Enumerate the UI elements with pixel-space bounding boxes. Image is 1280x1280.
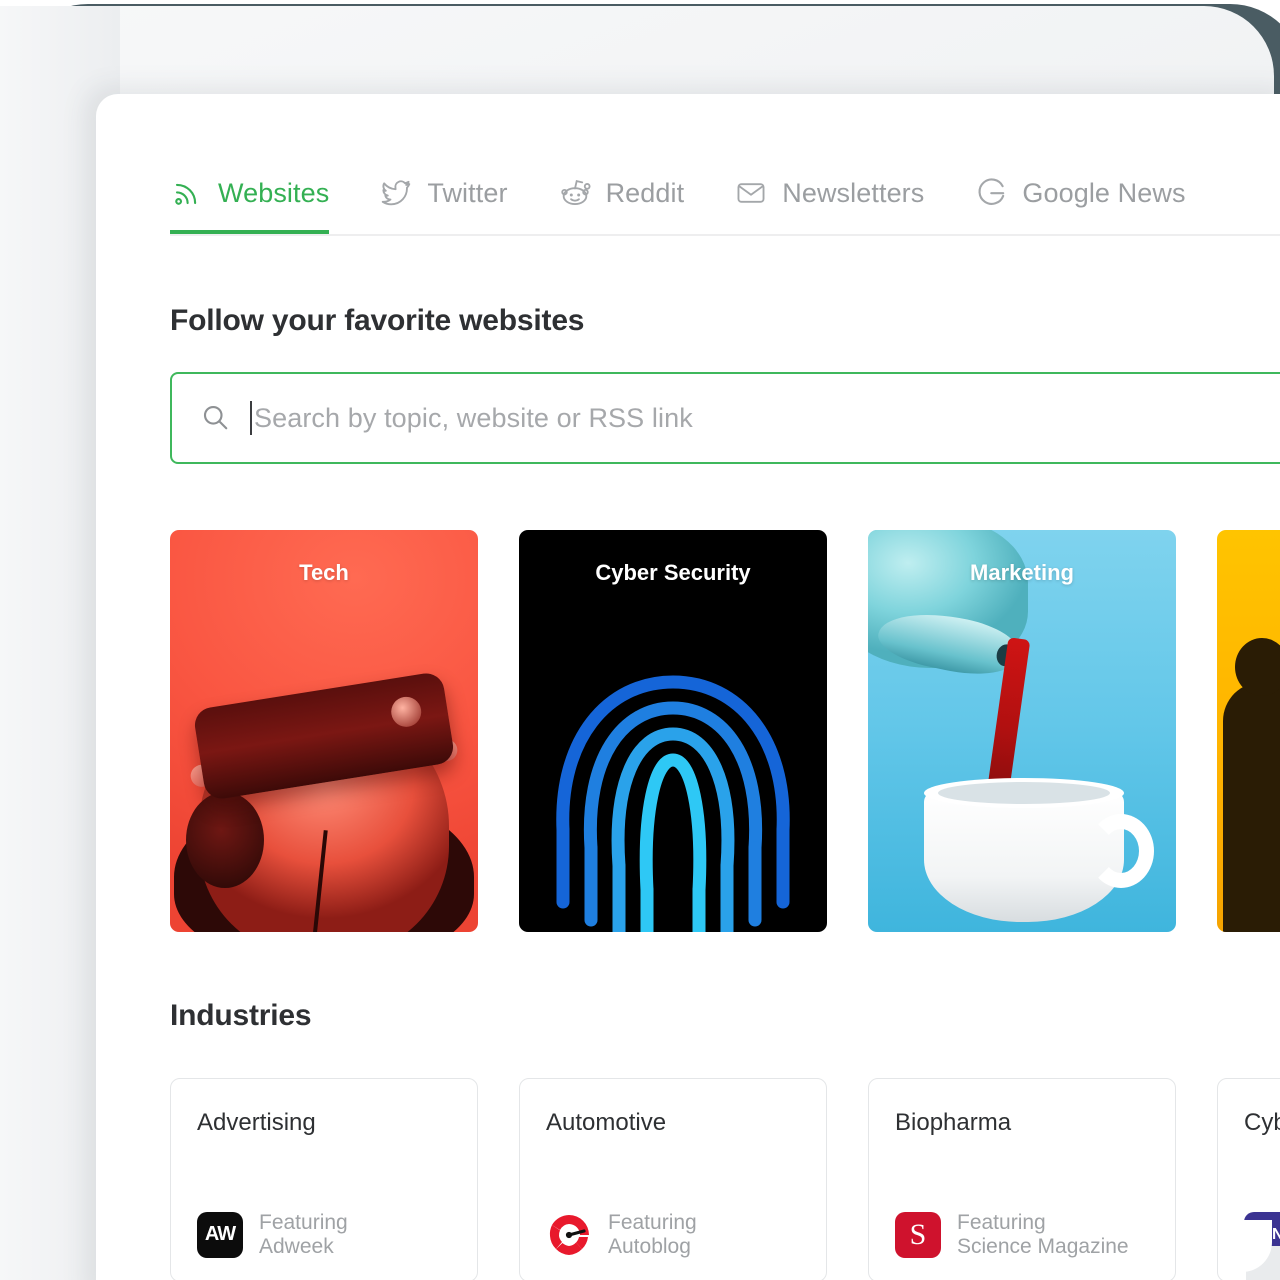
category-card-marketing[interactable]: Marketing [868, 530, 1176, 932]
google-news-icon [974, 176, 1008, 210]
people-silhouette-photo [1217, 530, 1280, 932]
teapot-pouring-photo [868, 530, 1176, 932]
industry-featuring: AW Featuring Adweek [197, 1211, 348, 1259]
industry-card-advertising[interactable]: Advertising AW Featuring Adweek [170, 1078, 478, 1280]
industry-featuring-text: Featuring Autoblog [608, 1211, 697, 1259]
category-title: Marketing [970, 560, 1074, 585]
panel-corner-arc [1220, 1220, 1280, 1280]
category-card-partial[interactable] [1217, 530, 1280, 932]
search-input[interactable]: Search by topic, website or RSS link [170, 372, 1280, 464]
tab-newsletters-label: Newsletters [782, 177, 925, 208]
industry-featuring-text: Featuring Science Magazine [957, 1211, 1129, 1259]
industry-card-automotive[interactable]: Automotive Featuring Autoblog [519, 1078, 827, 1280]
tab-reddit[interactable]: Reddit [558, 170, 685, 234]
follow-heading: Follow your favorite websites [170, 304, 585, 337]
featuring-name: Autoblog [608, 1234, 691, 1258]
industry-featuring: S Featuring Science Magazine [895, 1211, 1129, 1259]
industry-name: Automotive [546, 1109, 667, 1136]
tab-google-news-label: Google News [1022, 177, 1186, 208]
tab-google-news[interactable]: Google News [974, 170, 1185, 234]
category-card-row: Tech Cyber Security Marketing [170, 530, 1280, 936]
featuring-label: Featuring [957, 1210, 1046, 1234]
tab-twitter[interactable]: Twitter [379, 170, 507, 234]
category-card-tech[interactable]: Tech [170, 530, 478, 932]
tabs-divider [170, 234, 1280, 236]
featuring-label: Featuring [608, 1210, 697, 1234]
tab-reddit-label: Reddit [605, 177, 685, 208]
envelope-icon [734, 176, 768, 210]
source-tabs: Websites Twitter Reddit Newsletters Goog… [170, 170, 1280, 244]
category-title: Tech [299, 560, 349, 585]
industries-heading: Industries [170, 999, 312, 1032]
search-icon [200, 402, 232, 434]
industry-featuring-text: Featuring Adweek [259, 1211, 348, 1259]
vr-headset-photo [170, 530, 478, 932]
category-title: Cyber Security [595, 560, 751, 585]
twitter-icon [379, 176, 413, 210]
fingerprint-graphic [519, 530, 827, 932]
app-panel: Websites Twitter Reddit Newsletters Goog… [96, 94, 1280, 1280]
industry-name: Cybersecurity [1244, 1109, 1280, 1136]
featuring-label: Featuring [259, 1210, 348, 1234]
category-card-cyber-security[interactable]: Cyber Security [519, 530, 827, 932]
adweek-logo-icon: AW [197, 1211, 243, 1258]
screenshot-root: Websites Twitter Reddit Newsletters Goog… [0, 0, 1280, 1280]
tab-newsletters[interactable]: Newsletters [734, 170, 924, 234]
autoblog-logo-icon [546, 1211, 592, 1258]
industry-card-row: Advertising AW Featuring Adweek Automoti… [170, 1078, 1280, 1280]
industry-name: Advertising [197, 1109, 316, 1136]
text-caret [250, 401, 252, 435]
rss-icon [170, 176, 204, 210]
featuring-name: Adweek [259, 1234, 334, 1258]
tab-websites[interactable]: Websites [170, 170, 330, 234]
tab-twitter-label: Twitter [427, 177, 508, 208]
science-magazine-logo-icon: S [895, 1211, 941, 1258]
reddit-icon [558, 176, 592, 210]
industry-name: Biopharma [895, 1109, 1012, 1136]
industry-card-biopharma[interactable]: Biopharma S Featuring Science Magazine [868, 1078, 1176, 1280]
tab-websites-label: Websites [218, 177, 330, 208]
featuring-name: Science Magazine [957, 1234, 1129, 1258]
search-placeholder: Search by topic, website or RSS link [254, 402, 693, 433]
industry-featuring: Featuring Autoblog [546, 1211, 697, 1259]
